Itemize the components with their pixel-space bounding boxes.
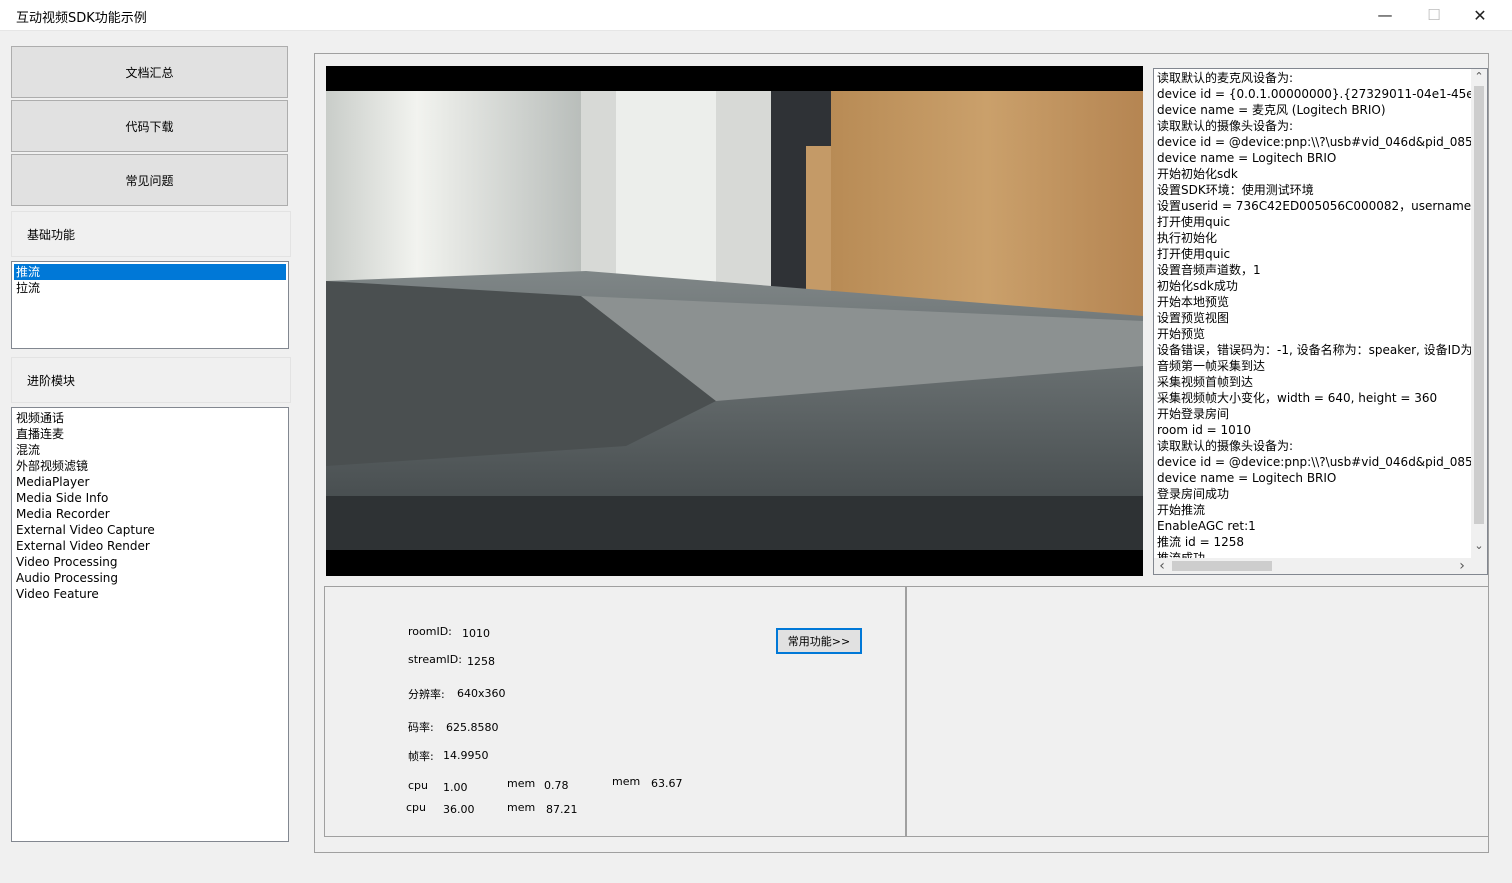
log-line: 采集视频首帧到达 [1157, 375, 1254, 389]
list-item[interactable]: Video Processing [14, 554, 286, 570]
log-line: 读取默认的摄像头设备为: [1157, 119, 1294, 133]
scroll-right-icon[interactable]: › [1456, 558, 1468, 574]
code-download-button[interactable]: 代码下载 [11, 100, 288, 152]
log-lines: 读取默认的麦克风设备为: device id = {0.0.1.00000000}… [1154, 69, 1487, 566]
mem-value: 0.78 [544, 779, 569, 792]
scroll-left-icon[interactable]: ‹ [1156, 558, 1168, 574]
log-line: 设置userid = 736C42ED005056C000082，usernam… [1157, 199, 1487, 213]
cpu-value: 36.00 [443, 803, 475, 816]
horizontal-scroll-thumb[interactable] [1172, 561, 1272, 571]
list-item[interactable]: Media Recorder [14, 506, 286, 522]
common-functions-button[interactable]: 常用功能>> [776, 628, 862, 654]
minimize-button[interactable]: — [1362, 0, 1408, 30]
vertical-scrollbar[interactable]: ⌃ ⌄ [1471, 69, 1487, 558]
faq-button[interactable]: 常见问题 [11, 154, 288, 206]
vertical-scroll-thumb[interactable] [1474, 86, 1484, 524]
list-item[interactable]: External Video Render [14, 538, 286, 554]
log-line: 设置音频声道数，1 [1157, 263, 1261, 277]
log-line: 打开使用quic [1157, 215, 1231, 229]
window-title: 互动视频SDK功能示例 [16, 11, 147, 26]
maximize-button[interactable]: ☐ [1411, 0, 1457, 30]
title-bar: 互动视频SDK功能示例 — ☐ ✕ [0, 0, 1512, 31]
log-line: 设备错误，错误码为：-1, 设备名称为：speaker, 设备ID为: [1157, 343, 1477, 357]
log-line: room id = 1010 [1157, 423, 1252, 437]
log-line: 开始登录房间 [1157, 407, 1230, 421]
list-item[interactable]: Audio Processing [14, 570, 286, 586]
advanced-modules-group[interactable]: 进阶模块 [11, 357, 291, 403]
cpu-label: cpu [406, 801, 427, 814]
mem-label: mem [612, 775, 641, 788]
log-line: EnableAGC ret:1 [1157, 519, 1256, 533]
mem-label: mem [507, 777, 536, 790]
log-line: 读取默认的麦克风设备为: [1157, 71, 1294, 85]
log-line: device id = @device:pnp:\\?\usb#vid_046d… [1157, 135, 1488, 149]
room-id-label: roomID: [408, 625, 452, 638]
log-line: 开始初始化sdk [1157, 167, 1238, 181]
cpu-label: cpu [408, 779, 429, 792]
list-item[interactable]: External Video Capture [14, 522, 286, 538]
cpu-value: 1.00 [443, 781, 468, 794]
log-line: 音频第一帧采集到达 [1157, 359, 1266, 373]
list-item[interactable]: 混流 [14, 442, 286, 458]
list-item[interactable]: Media Side Info [14, 490, 286, 506]
mem-label: mem [507, 801, 536, 814]
mem-value: 63.67 [651, 777, 683, 790]
log-line: 开始推流 [1157, 503, 1206, 517]
mem-value: 87.21 [546, 803, 578, 816]
log-line: 登录房间成功 [1157, 487, 1230, 501]
log-line: device name = 麦克风 (Logitech BRIO) [1157, 103, 1386, 117]
resolution-value: 640x360 [457, 687, 506, 700]
camera-frame-image [326, 91, 1143, 550]
list-item[interactable]: 直播连麦 [14, 426, 286, 442]
secondary-panel [906, 586, 1489, 837]
log-line: 初始化sdk成功 [1157, 279, 1238, 293]
advanced-modules-list[interactable]: 视频通话 直播连麦 混流 外部视频滤镜 MediaPlayer Media Si… [11, 407, 289, 842]
list-item[interactable]: Video Feature [14, 586, 286, 602]
log-line: 读取默认的摄像头设备为: [1157, 439, 1294, 453]
list-item[interactable]: 外部视频滤镜 [14, 458, 286, 474]
list-item-pull-stream[interactable]: 拉流 [14, 280, 286, 296]
resolution-label: 分辨率: [408, 688, 445, 701]
basic-features-list[interactable]: 推流 拉流 [11, 261, 289, 349]
video-preview [326, 66, 1143, 576]
log-line: 开始预览 [1157, 327, 1206, 341]
scroll-up-icon[interactable]: ⌃ [1473, 70, 1485, 84]
fps-label: 帧率: [408, 750, 434, 763]
log-line: 采集视频帧大小变化，width = 640, height = 360 [1157, 391, 1438, 405]
bitrate-value: 625.8580 [446, 721, 499, 734]
log-line: device name = Logitech BRIO [1157, 151, 1337, 165]
scroll-down-icon[interactable]: ⌄ [1473, 539, 1485, 553]
basic-features-group[interactable]: 基础功能 [11, 211, 291, 257]
log-line: device id = @device:pnp:\\?\usb#vid_046d… [1157, 455, 1488, 469]
fps-value: 14.9950 [443, 749, 489, 762]
docs-button[interactable]: 文档汇总 [11, 46, 288, 98]
log-line: 设置预览视图 [1157, 311, 1230, 325]
stream-id-label: streamID: [408, 653, 462, 666]
log-output[interactable]: 读取默认的麦克风设备为: device id = {0.0.1.00000000}… [1153, 68, 1488, 575]
bitrate-label: 码率: [408, 721, 434, 734]
horizontal-scrollbar[interactable]: ‹ › [1154, 558, 1487, 574]
close-button[interactable]: ✕ [1457, 0, 1503, 30]
log-line: 推流 id = 1258 [1157, 535, 1244, 549]
list-item[interactable]: 视频通话 [14, 410, 286, 426]
log-line: 设置SDK环境：使用测试环境 [1157, 183, 1314, 197]
log-line: 执行初始化 [1157, 231, 1218, 245]
stats-panel [324, 586, 906, 837]
log-line: device name = Logitech BRIO [1157, 471, 1337, 485]
log-line: 打开使用quic [1157, 247, 1231, 261]
list-item[interactable]: MediaPlayer [14, 474, 286, 490]
stream-id-value: 1258 [467, 655, 495, 668]
list-item-push-stream[interactable]: 推流 [14, 264, 286, 280]
room-id-value: 1010 [462, 627, 490, 640]
log-line: device id = {0.0.1.00000000}.{27329011-0… [1157, 87, 1487, 101]
log-line: 开始本地预览 [1157, 295, 1230, 309]
